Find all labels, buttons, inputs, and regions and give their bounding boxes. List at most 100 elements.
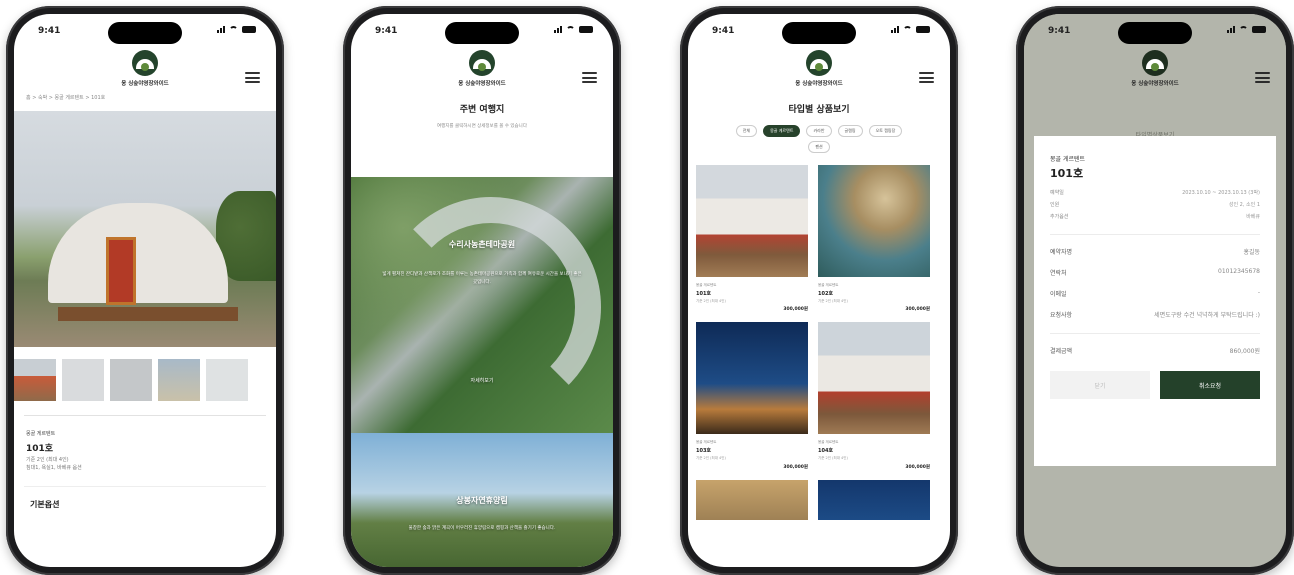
total-row: 결제금액 860,000원 bbox=[1050, 346, 1260, 355]
detail-label: 예약일 bbox=[1050, 190, 1064, 196]
status-time: 9:41 bbox=[712, 26, 735, 36]
phone-product-detail: 9:41 웅 싱숲야영장와이드 홈 > 숙박 > 몽골 게르텐트 > 101호 bbox=[6, 6, 284, 575]
detail-row: 예약일 2023.10.10 ~ 2023.10.13 (3박) bbox=[1050, 189, 1260, 196]
detail-label: 요청사항 bbox=[1050, 312, 1073, 319]
thumbnail[interactable] bbox=[110, 359, 152, 401]
chip-glamping[interactable]: 글램핑 bbox=[837, 125, 863, 137]
thumbnail-strip bbox=[14, 347, 276, 401]
product-desc: 기준 2인 (최대 4인) bbox=[696, 299, 726, 303]
attraction-card[interactable]: 상봉자연휴양림 울창한 숲과 맑은 계곡이 어우러진 휴양림으로 캠핑과 산책을… bbox=[351, 433, 613, 567]
brand-name: 웅 싱숲야영장와이드 bbox=[121, 81, 169, 87]
dynamic-island bbox=[108, 22, 182, 44]
chip-all[interactable]: 전체 bbox=[735, 125, 758, 137]
reservation-details: 예약일 2023.10.10 ~ 2023.10.13 (3박) 인원 성인 2, … bbox=[1050, 189, 1260, 220]
product-room: 103호 bbox=[696, 448, 712, 455]
detail-label: 이메일 bbox=[1050, 291, 1067, 298]
product-card[interactable]: 몽골 게르텐트 104호 기준 2인 (최대 4인) 300,000원 bbox=[818, 322, 930, 470]
phone-reservation-modal: 9:41 웅 싱숲야영장와이드 타입별상품보기 몽골 게르텐트 101호 예약일… bbox=[1016, 6, 1294, 575]
product-price: 300,000원 bbox=[783, 464, 808, 470]
signal-icon bbox=[891, 26, 899, 33]
dynamic-island bbox=[782, 22, 856, 44]
detail-value: - bbox=[1257, 289, 1260, 296]
total-label: 결제금액 bbox=[1050, 348, 1073, 355]
dynamic-island bbox=[1118, 22, 1192, 44]
attraction-text: 넓게 펼쳐진 잔디밭과 산책로가 조화를 이루는 농촌테마공원으로 가족과 함께… bbox=[382, 272, 582, 285]
product-price: 300,000원 bbox=[905, 307, 930, 313]
status-icons bbox=[554, 26, 593, 33]
thumbnail[interactable] bbox=[158, 359, 200, 401]
chip-pension[interactable]: 펜션 bbox=[808, 141, 830, 153]
product-room: 101호 bbox=[696, 291, 712, 297]
battery-icon bbox=[579, 26, 593, 33]
logo[interactable] bbox=[469, 50, 495, 76]
yurt-illustration bbox=[48, 203, 228, 303]
signal-icon bbox=[554, 26, 562, 33]
thumbnail[interactable] bbox=[62, 359, 104, 401]
status-time: 9:41 bbox=[375, 26, 398, 36]
wifi-icon bbox=[903, 26, 912, 33]
room-name: 101호 bbox=[26, 444, 54, 454]
detail-label: 인원 bbox=[1050, 202, 1060, 208]
battery-icon bbox=[916, 26, 930, 33]
hamburger-menu-icon[interactable] bbox=[1255, 72, 1270, 83]
product-type: 몽골 게르텐트 bbox=[26, 431, 56, 437]
brand-name: 웅 싱숲야영장와이드 bbox=[458, 81, 506, 87]
hamburger-menu-icon[interactable] bbox=[245, 72, 260, 83]
chip-caravan[interactable]: 카라반 bbox=[806, 125, 832, 137]
logo[interactable] bbox=[806, 50, 832, 76]
product-card[interactable]: 몽골 게르텐트 102호 기준 2인 (최대 4인) 300,000원 bbox=[818, 165, 930, 312]
brand-name: 웅 싱숲야영장와이드 bbox=[795, 81, 843, 87]
type-filter-chips: 전체 몽골 게르텐트 카라반 글램핑 오토 캠핑장 펜션 bbox=[688, 115, 950, 153]
status-time: 9:41 bbox=[38, 26, 61, 36]
chip-mongol-ger[interactable]: 몽골 게르텐트 bbox=[763, 125, 801, 137]
attraction-card[interactable]: 수리사농촌테마공원 넓게 펼쳐진 잔디밭과 산책로가 조화를 이루는 농촌테마공… bbox=[351, 177, 613, 433]
detail-row: 인원 성인 2, 소인 1 bbox=[1050, 201, 1260, 208]
detail-row: 추가옵션 바베큐 bbox=[1050, 213, 1260, 220]
product-image bbox=[818, 322, 930, 435]
product-main-image bbox=[14, 111, 276, 347]
attraction-name: 수리사농촌테마공원 bbox=[448, 240, 516, 249]
hamburger-menu-icon[interactable] bbox=[582, 72, 597, 83]
attraction-more-link[interactable]: 자세히보기 bbox=[351, 377, 613, 384]
product-image bbox=[696, 322, 808, 435]
product-card[interactable]: 몽골 게르텐트 103호 기준 2인 (최대 4인) 300,000원 bbox=[696, 322, 808, 470]
product-image[interactable] bbox=[818, 479, 930, 520]
product-room: 102호 bbox=[818, 291, 834, 297]
thumbnail[interactable] bbox=[206, 359, 248, 401]
close-button[interactable]: 닫기 bbox=[1050, 371, 1150, 399]
logo[interactable] bbox=[132, 50, 158, 76]
reservation-modal: 몽골 게르텐트 101호 예약일 2023.10.10 ~ 2023.10.13 … bbox=[1034, 136, 1276, 466]
product-type: 몽골 게르텐트 bbox=[1050, 156, 1086, 163]
section-description: 여행지를 클릭하시면 상세정보를 볼 수 있습니다 bbox=[437, 124, 527, 129]
product-card[interactable]: 몽골 게르텐트 101호 기준 2인 (최대 4인) 300,000원 bbox=[696, 165, 808, 312]
status-icons bbox=[1227, 26, 1266, 33]
product-type: 몽골 게르텐트 bbox=[696, 440, 717, 445]
logo[interactable] bbox=[1142, 50, 1168, 76]
detail-label: 연락처 bbox=[1050, 270, 1067, 277]
product-grid: 몽골 게르텐트 101호 기준 2인 (최대 4인) 300,000원 몽골 게… bbox=[688, 153, 950, 520]
product-info: 몽골 게르텐트 101호 기준 2인 (최대 4인) 침대1, 욕실1, 바베큐… bbox=[14, 416, 276, 472]
battery-icon bbox=[242, 26, 256, 33]
chip-auto-camping[interactable]: 오토 캠핑장 bbox=[868, 125, 903, 137]
detail-value: 성인 2, 소인 1 bbox=[1228, 202, 1260, 208]
product-image[interactable] bbox=[696, 479, 808, 520]
battery-icon bbox=[1252, 26, 1266, 33]
section-title: 타입별 상품보기 bbox=[788, 105, 850, 115]
wifi-icon bbox=[229, 26, 238, 33]
modal-actions: 닫기 취소요청 bbox=[1050, 371, 1260, 399]
product-desc: 기준 2인 (최대 4인) bbox=[818, 456, 848, 461]
cancel-request-button[interactable]: 취소요청 bbox=[1160, 371, 1260, 399]
hamburger-menu-icon[interactable] bbox=[919, 72, 934, 83]
status-icons bbox=[891, 26, 930, 33]
product-price: 300,000원 bbox=[905, 464, 930, 470]
detail-label: 예약자명 bbox=[1050, 249, 1073, 256]
dynamic-island bbox=[445, 22, 519, 44]
signal-icon bbox=[1227, 26, 1235, 33]
detail-value: 홍길동 bbox=[1243, 249, 1260, 256]
screen: 9:41 웅 싱숲야영장와이드 홈 > 숙박 > 몽골 게르텐트 > 101호 bbox=[14, 14, 276, 567]
signal-icon bbox=[217, 26, 225, 33]
status-time: 9:41 bbox=[1048, 26, 1071, 36]
product-price: 300,000원 bbox=[783, 307, 808, 313]
thumbnail[interactable] bbox=[14, 359, 56, 401]
attraction-name: 상봉자연휴양림 bbox=[456, 496, 508, 505]
